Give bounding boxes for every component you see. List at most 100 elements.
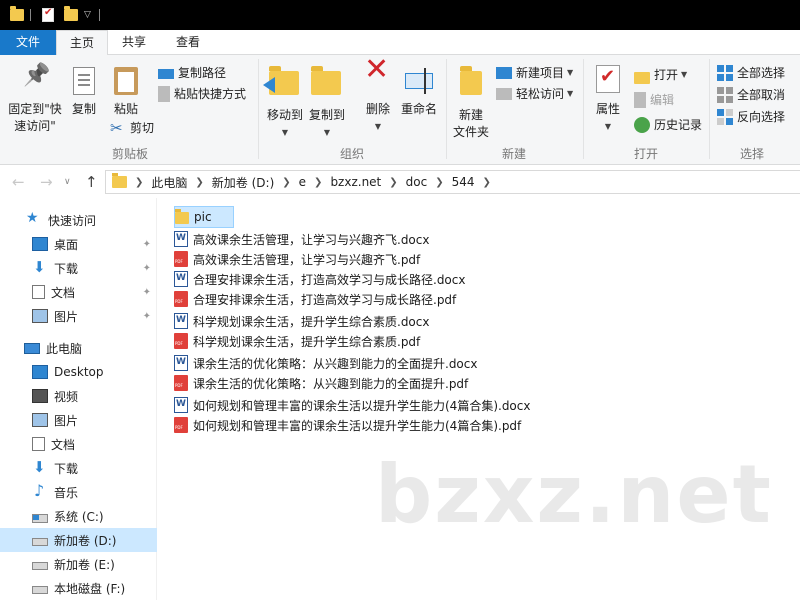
folder-icon	[175, 209, 189, 224]
list-item-folder-pic[interactable]: pic	[174, 206, 234, 228]
recent-locations-chevron-icon[interactable]: ∨	[64, 177, 71, 187]
easy-access-button[interactable]: 轻松访问 ▼	[496, 84, 573, 104]
copy-button[interactable]: 复制	[68, 65, 100, 118]
paste-button[interactable]: 粘贴	[109, 65, 143, 118]
sidebar-item-drive-c[interactable]: 系统 (C:)	[0, 504, 157, 528]
properties-button[interactable]: 属性 ▼	[590, 65, 626, 135]
chevron-right-icon[interactable]: ❯	[314, 177, 322, 188]
new-folder-button[interactable]: 新建 文件夹	[452, 65, 490, 141]
sidebar-item-quick-access[interactable]: 快速访问	[0, 208, 157, 232]
desktop-icon	[32, 237, 48, 251]
up-arrow-icon[interactable]: ↑	[85, 173, 98, 191]
sidebar-item-desktop-cn[interactable]: 桌面 ✦	[0, 232, 157, 256]
drive-icon	[32, 538, 48, 546]
chevron-down-icon: ▼	[681, 70, 688, 79]
group-label-organize: 组织	[339, 147, 364, 161]
list-item[interactable]: 如何规划和管理丰富的课余生活以提升学生能力(4篇合集).pdf	[174, 414, 525, 436]
breadcrumb-544[interactable]: 544	[452, 175, 475, 189]
open-button[interactable]: 打开 ▼	[634, 65, 687, 85]
sidebar-item-documents[interactable]: 文档	[0, 432, 157, 456]
folder-icon	[10, 6, 24, 23]
sidebar-item-downloads-cn[interactable]: 下载 ✦	[0, 256, 157, 280]
chevron-right-icon[interactable]: ❯	[135, 177, 143, 188]
sidebar-item-pictures[interactable]: 图片	[0, 408, 157, 432]
tab-view[interactable]: 查看	[162, 30, 214, 55]
folder-icon	[112, 173, 127, 188]
open-icon	[634, 72, 650, 84]
paste-shortcut-button[interactable]: 粘贴快捷方式	[158, 84, 246, 104]
pin-icon: ✦	[142, 286, 151, 298]
tab-home[interactable]: 主页	[56, 30, 108, 56]
chevron-down-icon: ▼	[567, 68, 574, 77]
sidebar-item-drive-f[interactable]: 本地磁盘 (F:)	[0, 576, 157, 600]
select-all-button[interactable]: 全部选择	[717, 63, 785, 83]
select-all-icon	[717, 65, 733, 81]
picture-icon	[32, 413, 48, 427]
sidebar-item-drive-e[interactable]: 新加卷 (E:)	[0, 552, 157, 576]
document-icon	[32, 285, 45, 299]
breadcrumb-this-pc[interactable]: 此电脑	[151, 174, 187, 191]
breadcrumb-doc[interactable]: doc	[406, 175, 428, 189]
sidebar-item-drive-d[interactable]: 新加卷 (D:)	[0, 528, 157, 552]
breadcrumb-e[interactable]: e	[299, 175, 306, 189]
tab-share[interactable]: 共享	[110, 30, 158, 55]
download-icon	[32, 458, 48, 476]
back-arrow-icon[interactable]: ←	[12, 173, 25, 191]
picture-icon	[32, 309, 48, 323]
move-to-button[interactable]: 移动到 ▼	[263, 65, 306, 141]
word-document-icon	[174, 231, 188, 247]
forward-arrow-icon[interactable]: →	[40, 173, 53, 191]
tab-file[interactable]: 文件	[0, 30, 56, 55]
sidebar-item-downloads[interactable]: 下载	[0, 456, 157, 480]
chevron-right-icon[interactable]: ❯	[435, 177, 443, 188]
rename-button[interactable]: 重命名	[398, 65, 440, 118]
properties-quick-icon[interactable]	[42, 7, 54, 23]
breadcrumb-drive-d[interactable]: 新加卷 (D:)	[212, 174, 274, 191]
navigation-pane: 快速访问 桌面 ✦ 下载 ✦ 文档 ✦ 图片 ✦ 此电脑 Desktop 视频 …	[0, 198, 157, 600]
chevron-right-icon[interactable]: ❯	[282, 177, 290, 188]
list-item[interactable]: 科学规划课余生活，提升学生综合素质.pdf	[174, 330, 424, 352]
copy-to-button[interactable]: 复制到 ▼	[306, 65, 348, 141]
chevron-down-icon: ▼	[604, 122, 612, 131]
list-item[interactable]: 高效课余生活管理，让学习与兴趣齐飞.pdf	[174, 248, 424, 270]
list-item[interactable]: 课余生活的优化策略：从兴趣到能力的全面提升.docx	[174, 352, 481, 374]
new-folder-quick-icon[interactable]	[64, 6, 78, 23]
computer-icon	[24, 342, 40, 354]
invert-selection-button[interactable]: 反向选择	[717, 107, 785, 127]
address-bar[interactable]: ❯ 此电脑 ❯ 新加卷 (D:) ❯ e ❯ bzxz.net ❯ doc ❯ …	[105, 170, 800, 194]
list-item[interactable]: 课余生活的优化策略：从兴趣到能力的全面提升.pdf	[174, 372, 472, 394]
history-button[interactable]: 历史记录	[634, 115, 702, 135]
new-item-icon	[496, 67, 512, 79]
copy-path-button[interactable]: 复制路径	[158, 63, 226, 83]
customize-quick-access-icon[interactable]: ▽	[84, 7, 91, 23]
list-item[interactable]: 如何规划和管理丰富的课余生活以提升学生能力(4篇合集).docx	[174, 394, 534, 416]
new-item-button[interactable]: 新建项目 ▼	[496, 63, 573, 83]
video-icon	[32, 389, 48, 403]
watermark: bzxz.net	[375, 448, 773, 541]
sidebar-item-videos[interactable]: 视频	[0, 384, 157, 408]
chevron-right-icon[interactable]: ❯	[389, 177, 397, 188]
breadcrumb-bzxz[interactable]: bzxz.net	[330, 175, 381, 189]
paste-icon	[114, 67, 138, 95]
edit-button[interactable]: 编辑	[634, 90, 674, 110]
rename-icon	[405, 68, 433, 94]
sidebar-item-desktop[interactable]: Desktop	[0, 360, 157, 384]
pin-icon: ✦	[142, 238, 151, 250]
pin-to-quick-access-button[interactable]: 固定到"快 速访问"	[4, 65, 66, 135]
chevron-right-icon[interactable]: ❯	[483, 177, 491, 188]
list-item[interactable]: 科学规划课余生活，提升学生综合素质.docx	[174, 310, 433, 332]
list-item[interactable]: 合理安排课余生活，打造高效学习与成长路径.docx	[174, 268, 469, 290]
list-item[interactable]: 合理安排课余生活，打造高效学习与成长路径.pdf	[174, 288, 460, 310]
list-item[interactable]: 高效课余生活管理，让学习与兴趣齐飞.docx	[174, 228, 433, 250]
sidebar-item-this-pc[interactable]: 此电脑	[0, 336, 157, 360]
select-none-button[interactable]: 全部取消	[717, 85, 785, 105]
cut-button[interactable]: 剪切	[110, 118, 154, 138]
sidebar-item-music[interactable]: 音乐	[0, 480, 157, 504]
delete-button[interactable]: 删除 ▼	[360, 61, 396, 135]
pdf-document-icon	[174, 333, 188, 349]
copy-path-icon	[158, 69, 174, 79]
scissors-icon	[110, 118, 126, 138]
sidebar-item-pictures-cn[interactable]: 图片 ✦	[0, 304, 157, 328]
sidebar-item-documents-cn[interactable]: 文档 ✦	[0, 280, 157, 304]
chevron-right-icon[interactable]: ❯	[195, 177, 203, 188]
